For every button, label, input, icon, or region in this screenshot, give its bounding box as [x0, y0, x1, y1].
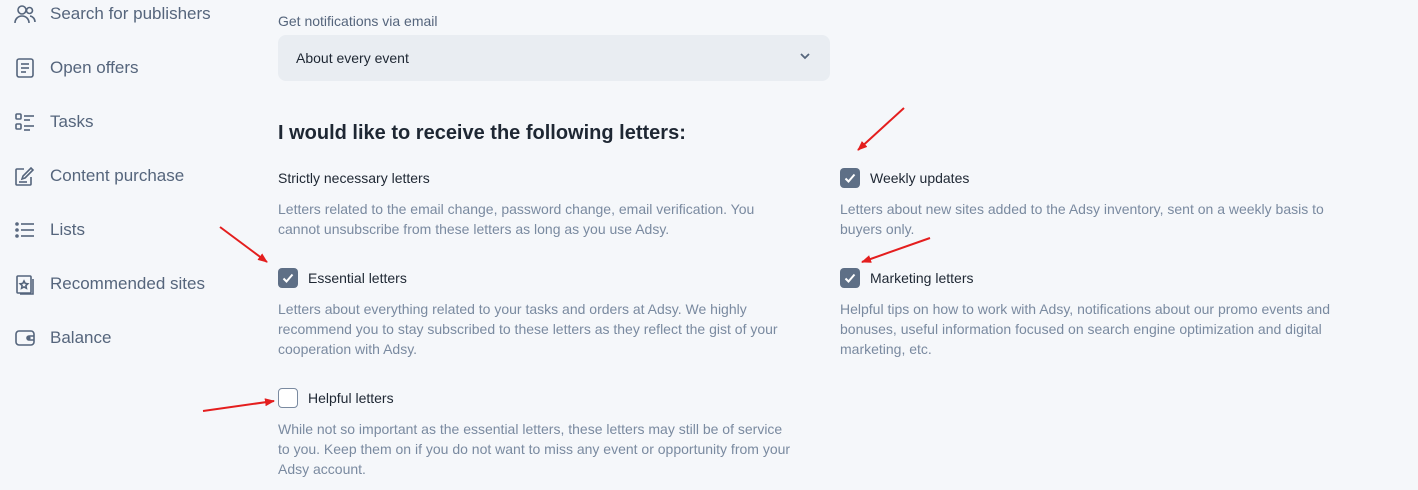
notification-settings: Get notifications via email About every … [278, 0, 1398, 490]
weekly-updates-checkbox[interactable] [840, 168, 860, 188]
sidebar-item-label: Recommended sites [50, 274, 205, 293]
description-line: cooperation with Adsy. [278, 341, 418, 357]
description-line: buyers only. [840, 221, 915, 237]
sidebar-item-label: Content purchase [50, 166, 185, 185]
strictly-necessary-title: Strictly necessary letters [278, 170, 430, 186]
settings-page: Search for publishers Open offers Tasks [0, 0, 1418, 490]
strictly-necessary-description: Letters related to the email change, pas… [278, 199, 754, 239]
marketing-letters-label[interactable]: Marketing letters [870, 270, 973, 286]
chevron-down-icon [798, 49, 812, 68]
helpful-letters-description: While not so important as the essential … [278, 419, 790, 479]
essential-letters-checkbox[interactable] [278, 268, 298, 288]
sidebar: Search for publishers Open offers Tasks [0, 0, 240, 490]
description-line: While not so important as the essential … [278, 421, 783, 437]
essential-letters-description: Letters about everything related to your… [278, 299, 778, 359]
check-icon [844, 173, 856, 183]
sidebar-item-lists[interactable]: Lists [12, 214, 85, 246]
description-line: Helpful tips on how to work with Adsy, n… [840, 301, 1331, 317]
sidebar-item-label: Search for publishers [50, 4, 211, 23]
helpful-letters-checkbox[interactable] [278, 388, 298, 408]
sidebar-item-open-offers[interactable]: Open offers [12, 52, 139, 84]
description-line: bonuses, useful information focused on s… [840, 321, 1322, 337]
description-line: cannot unsubscribe from these letters as… [278, 221, 670, 237]
helpful-letters-option: Helpful letters [278, 388, 394, 408]
check-icon [282, 273, 294, 283]
email-notifications-label: Get notifications via email [278, 13, 438, 29]
description-line: Letters related to the email change, pas… [278, 201, 755, 217]
task-list-icon [12, 109, 38, 135]
sidebar-item-label: Tasks [50, 112, 94, 131]
letters-heading: I would like to receive the following le… [278, 122, 686, 144]
essential-letters-label[interactable]: Essential letters [308, 270, 407, 286]
sidebar-item-recommended-sites[interactable]: Recommended sites [12, 268, 205, 300]
weekly-updates-option: Weekly updates [840, 168, 969, 188]
select-value: About every event [296, 50, 409, 66]
description-line: Letters about new sites added to the Ads… [840, 201, 1324, 217]
essential-letters-option: Essential letters [278, 268, 407, 288]
sidebar-item-label: Balance [50, 328, 112, 347]
description-line: Letters about everything related to your… [278, 301, 747, 317]
description-line: marketing, etc. [840, 341, 932, 357]
weekly-updates-description: Letters about new sites added to the Ads… [840, 199, 1324, 239]
description-line: recommend you to stay subscribed to thes… [278, 321, 778, 337]
description-line: to you. Keep them on if you do not want … [278, 441, 791, 457]
document-icon [12, 55, 38, 81]
sidebar-item-balance[interactable]: Balance [12, 322, 111, 354]
check-icon [844, 273, 856, 283]
sidebar-item-label: Lists [50, 220, 85, 239]
edit-document-icon [12, 163, 38, 189]
sidebar-item-content-purchase[interactable]: Content purchase [12, 160, 184, 192]
marketing-letters-description: Helpful tips on how to work with Adsy, n… [840, 299, 1330, 359]
users-icon [12, 1, 38, 27]
helpful-letters-label[interactable]: Helpful letters [308, 390, 394, 406]
sidebar-item-search-for-publishers[interactable]: Search for publishers [12, 0, 211, 30]
list-icon [12, 217, 38, 243]
weekly-updates-label[interactable]: Weekly updates [870, 170, 969, 186]
email-notifications-select[interactable]: About every event [278, 35, 830, 81]
description-line: Adsy account. [278, 461, 366, 477]
marketing-letters-option: Marketing letters [840, 268, 973, 288]
star-bookmark-icon [12, 271, 38, 297]
wallet-icon [12, 325, 38, 351]
sidebar-item-tasks[interactable]: Tasks [12, 106, 93, 138]
marketing-letters-checkbox[interactable] [840, 268, 860, 288]
sidebar-item-label: Open offers [50, 58, 139, 77]
